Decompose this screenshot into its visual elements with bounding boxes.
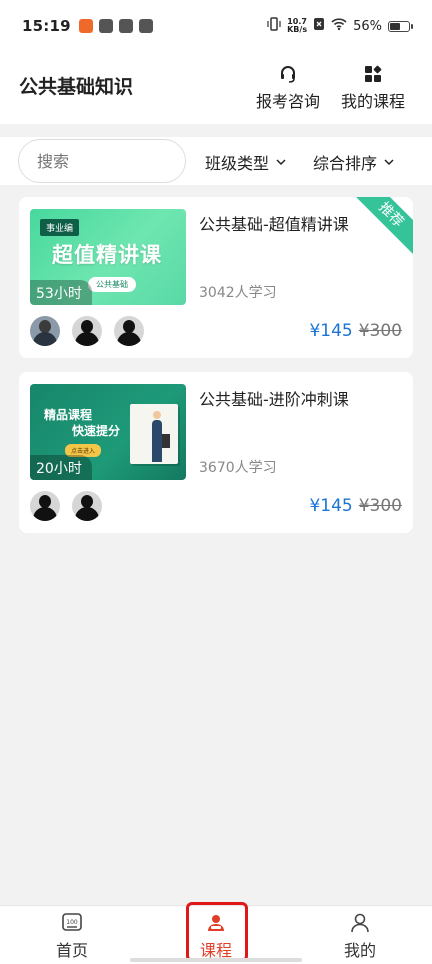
headset-icon [281, 66, 295, 83]
status-time: 15:19 [22, 17, 71, 35]
nav-mine-label: 我的 [343, 941, 376, 960]
battery-icon [388, 20, 413, 32]
status-bar: 15:19 10.7 KB/s 56% [0, 0, 432, 52]
thumbnail-line: 精品课程 [44, 408, 93, 422]
avatar [72, 491, 102, 521]
course-title: 公共基础-超值精讲课 [199, 215, 349, 234]
avatar [30, 491, 60, 521]
price-group: ¥145 ¥300 [309, 321, 402, 341]
course-thumbnail: 精品课程 快速提分 点击进入 20小时 [30, 384, 186, 480]
app-notification-icon [118, 19, 133, 33]
thumbnail-line: 快速提分 [72, 424, 121, 438]
svg-text:100: 100 [66, 919, 78, 926]
my-courses-label: 我的课程 [341, 92, 406, 111]
learner-count: 3042人学习 [199, 285, 277, 301]
bottom-nav: 100 首页 课程 我的 [0, 905, 432, 964]
system-indicators: 10.7 KB/s 56% [267, 17, 413, 35]
user-icon [351, 913, 369, 933]
my-courses-button[interactable]: 我的课程 [341, 64, 405, 112]
avatar [30, 316, 60, 346]
apps-grid-icon [365, 65, 382, 82]
home-indicator[interactable] [130, 958, 302, 962]
course-hours: 53小时 [30, 280, 92, 305]
page-title: 公共基础知识 [19, 76, 134, 98]
app-notification-icon [98, 19, 113, 33]
teacher-avatars [30, 316, 144, 346]
teacher-avatars [30, 491, 102, 521]
original-price: ¥300 [358, 321, 402, 341]
nav-mine[interactable]: 我的 [320, 912, 400, 961]
avatar [114, 316, 144, 346]
thumbnail-tag: 事业编 [40, 219, 80, 236]
nav-home[interactable]: 100 首页 [32, 912, 112, 961]
sort-dropdown[interactable]: 综合排序 [313, 150, 395, 174]
battery-text: 56% [353, 18, 382, 34]
course-card[interactable]: 事业编 超值精讲课 公共基础 53小时 公共基础-超值精讲课 3042人学习 ¥… [19, 197, 413, 358]
recommend-ribbon: 推荐 [348, 197, 413, 258]
home-calendar-icon: 100 [62, 913, 82, 931]
price-group: ¥145 ¥300 [309, 496, 402, 516]
sort-label: 综合排序 [313, 154, 378, 173]
sale-price: ¥145 [309, 321, 353, 341]
course-title: 公共基础-进阶冲刺课 [199, 390, 349, 409]
wifi-icon [331, 17, 347, 35]
thumbnail-pill: 公共基础 [88, 277, 136, 292]
course-card[interactable]: 精品课程 快速提分 点击进入 20小时 公共基础-进阶冲刺课 3670人学习 ¥… [19, 372, 413, 533]
course-icon [208, 915, 224, 931]
search-input[interactable] [18, 139, 186, 183]
learner-count: 3670人学习 [199, 460, 277, 476]
consult-label: 报考咨询 [256, 92, 321, 111]
class-type-label: 班级类型 [205, 154, 270, 173]
chevron-down-icon [384, 159, 394, 166]
sim-off-icon [313, 17, 325, 35]
app-notification-icon [78, 19, 93, 33]
network-speed: 10.7 KB/s [287, 17, 308, 34]
app-notification-icon [138, 19, 153, 33]
course-hours: 20小时 [30, 455, 92, 480]
original-price: ¥300 [358, 496, 402, 516]
chevron-down-icon [276, 159, 286, 166]
consult-button[interactable]: 报考咨询 [256, 64, 320, 112]
person-illustration [152, 411, 162, 462]
thumbnail-title: 超值精讲课 [52, 243, 162, 267]
course-thumbnail: 事业编 超值精讲课 公共基础 53小时 [30, 209, 186, 305]
sale-price: ¥145 [309, 496, 353, 516]
nav-home-label: 首页 [55, 941, 88, 960]
vibrate-icon [267, 17, 281, 35]
class-type-dropdown[interactable]: 班级类型 [205, 150, 287, 174]
nav-courses[interactable]: 课程 [176, 912, 256, 961]
notification-icons [78, 19, 153, 33]
avatar [72, 316, 102, 346]
filter-bar: 班级类型 综合排序 [0, 137, 432, 185]
app-header: 公共基础知识 报考咨询 我的课程 [0, 52, 432, 124]
